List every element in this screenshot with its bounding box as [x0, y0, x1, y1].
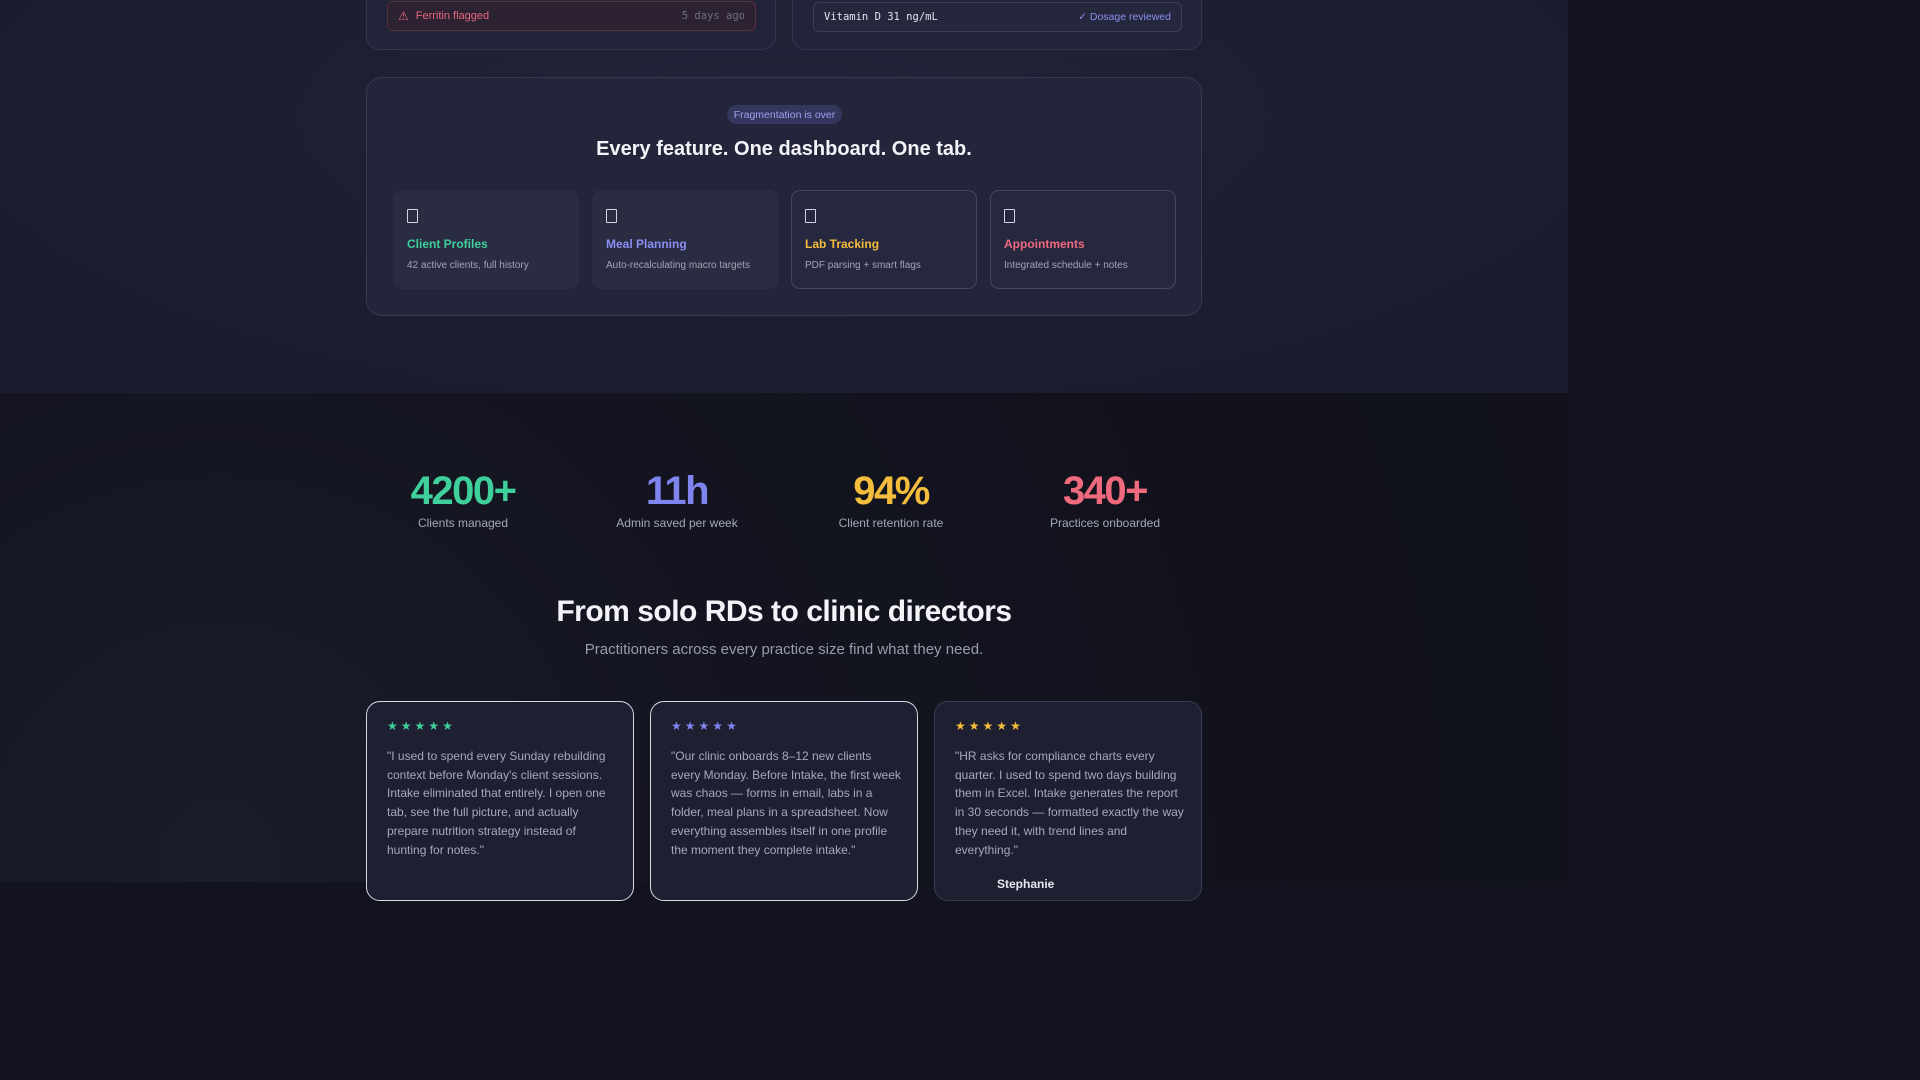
feature-card-client-profiles[interactable]: Client Profiles 42 active clients, full … [393, 190, 579, 289]
star-icon: ★ [996, 719, 1008, 733]
feature-title: Every feature. One dashboard. One tab. [596, 138, 972, 160]
star-icon: ★ [442, 719, 453, 733]
star-icon: ★ [414, 719, 426, 733]
star-icon: ★ [955, 719, 966, 733]
feature-card-title: Client Profiles [407, 237, 488, 251]
testimonials-title: From solo RDs to clinic directors [556, 595, 1012, 628]
testimonial-card[interactable]: ★ ★ ★ ★ ★ "Our clinic onboards 8–12 new … [650, 701, 918, 901]
testimonial-card[interactable]: ★ ★ ★ ★ ★ "I used to spend every Sunday … [366, 701, 634, 901]
testimonial-author: Stephanie [997, 877, 1055, 891]
feature-card-title: Meal Planning [606, 237, 687, 251]
feature-card-desc: Integrated schedule + notes [1004, 260, 1128, 271]
testimonials-subtitle: Practitioners across every practice size… [584, 641, 984, 658]
dosage-status: ✓ Dosage reviewed [1078, 11, 1171, 23]
feature-panel: Fragmentation is over Every feature. One… [366, 77, 1202, 316]
alert-time: 5 days ago [681, 10, 745, 22]
feature-card-title: Appointments [1004, 237, 1085, 251]
testimonial-quote: "I used to spend every Sunday rebuilding… [387, 749, 606, 857]
star-icon: ★ [387, 719, 398, 733]
alert-label: Ferritin flagged [415, 10, 490, 22]
stat-clients-managed: 4200+ Clients managed [363, 469, 563, 531]
stat-label: Admin saved per week [616, 516, 738, 530]
feature-card-desc: Auto-recalculating macro targets [606, 260, 750, 271]
star-icon: ★ [982, 719, 994, 733]
star-rating: ★ ★ ★ ★ ★ [387, 720, 453, 733]
lab-alert-row[interactable]: ⚠ Ferritin flagged 5 days ago [387, 1, 756, 31]
lab-alert-card: ⚠ Ferritin flagged 5 days ago [366, 0, 776, 50]
feature-card-appointments[interactable]: Appointments Integrated schedule + notes [990, 190, 1176, 289]
star-icon: ★ [698, 719, 710, 733]
document-icon [407, 209, 418, 223]
star-icon: ★ [428, 719, 440, 733]
star-icon: ★ [726, 719, 737, 733]
stat-label: Client retention rate [838, 516, 944, 530]
stat-label: Clients managed [417, 516, 509, 530]
stat-value: 340+ [1062, 469, 1149, 513]
star-icon: ★ [400, 719, 412, 733]
section-pill: Fragmentation is over [727, 105, 842, 124]
lab-result-row[interactable]: Vitamin D 31 ng/mL ✓ Dosage reviewed [813, 2, 1182, 32]
feature-card-desc: PDF parsing + smart flags [805, 260, 921, 271]
feature-card-lab-tracking[interactable]: Lab Tracking PDF parsing + smart flags [791, 190, 977, 289]
feature-card-meal-planning[interactable]: Meal Planning Auto-recalculating macro t… [592, 190, 778, 289]
document-icon [805, 209, 816, 223]
star-icon: ★ [671, 719, 682, 733]
star-rating: ★ ★ ★ ★ ★ [671, 720, 737, 733]
feature-card-desc: 42 active clients, full history [407, 260, 529, 271]
stat-retention-rate: 94% Client retention rate [791, 469, 991, 531]
testimonial-card[interactable]: ★ ★ ★ ★ ★ "HR asks for compliance charts… [934, 701, 1202, 901]
testimonial-quote: "HR asks for compliance charts every qua… [955, 749, 1184, 857]
star-icon: ★ [968, 719, 980, 733]
testimonial-quote: "Our clinic onboards 8–12 new clients ev… [671, 749, 901, 857]
stat-value: 11h [645, 469, 710, 513]
star-rating: ★ ★ ★ ★ ★ [955, 720, 1021, 733]
star-icon: ★ [1010, 719, 1021, 733]
stat-practices-onboarded: 340+ Practices onboarded [1005, 469, 1205, 531]
warning-icon: ⚠ [398, 9, 409, 23]
stat-label: Practices onboarded [1049, 516, 1161, 530]
lab-value: Vitamin D 31 ng/mL [824, 11, 938, 23]
stat-admin-saved: 11h Admin saved per week [577, 469, 777, 531]
stat-value: 94% [853, 469, 930, 513]
lab-result-card: Vitamin D 31 ng/mL ✓ Dosage reviewed [792, 0, 1202, 50]
document-icon [1004, 209, 1015, 223]
star-icon: ★ [712, 719, 724, 733]
feature-card-title: Lab Tracking [805, 237, 880, 251]
document-icon [606, 209, 617, 223]
star-icon: ★ [684, 719, 696, 733]
stat-value: 4200+ [410, 469, 517, 513]
